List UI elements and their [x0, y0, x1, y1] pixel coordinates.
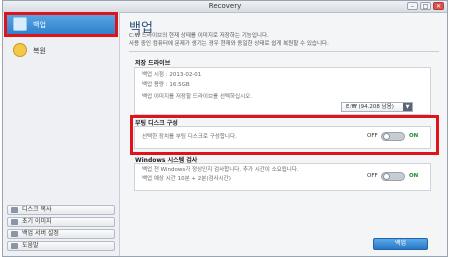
backup-server-button[interactable]: 백업 서버 설정: [7, 229, 115, 239]
toggle-track[interactable]: [381, 172, 405, 181]
toggle-on-label: ON: [409, 173, 419, 179]
main-panel: 백업 C:₩ 드라이브의 현재 상태를 이미지로 저장하는 기능입니다. 사용 …: [120, 12, 447, 256]
recovery-window: Recovery – □ ✕ 백업 복원 디스크 복사 초기 이미지 백업 서버…: [2, 0, 448, 257]
sidebar-item-label: 복원: [33, 47, 46, 55]
help-button[interactable]: 도움말: [7, 241, 115, 251]
toggle-knob[interactable]: [383, 173, 390, 180]
drive-instruction: 백업 이미지를 저장할 드라이브를 선택하십시오.: [142, 94, 252, 100]
sidebar: 백업 복원 디스크 복사 초기 이미지 백업 서버 설정 도움말: [3, 12, 120, 256]
initial-image-label: 초기 이미지: [22, 218, 52, 225]
initial-image-button[interactable]: 초기 이미지: [7, 217, 115, 227]
initial-image-icon: [11, 219, 18, 225]
toggle-off-label: OFF: [367, 173, 378, 179]
backup-size: 백업 용량 : 16.5GB: [142, 82, 190, 88]
highlight-box-boot-disk: [130, 115, 439, 155]
disk-copy-label: 디스크 복사: [22, 206, 52, 213]
close-button[interactable]: ✕: [433, 2, 444, 10]
help-label: 도움말: [22, 242, 39, 249]
backup-server-icon: [11, 231, 18, 237]
windows-check-toggle[interactable]: OFF ON: [367, 172, 427, 182]
drive-select-value: E:₩ (94.208 남음): [346, 104, 394, 110]
restore-icon: [13, 43, 27, 57]
maximize-button[interactable]: □: [420, 2, 431, 10]
help-icon: [11, 243, 18, 249]
minimize-button[interactable]: –: [407, 2, 418, 10]
chevron-down-icon: ▼: [403, 103, 412, 111]
storage-section-title: 저장 드라이브: [135, 60, 171, 67]
disk-copy-button[interactable]: 디스크 복사: [7, 205, 115, 215]
drive-select[interactable]: E:₩ (94.208 남음) ▼: [341, 102, 413, 112]
backup-date: 백업 시점 : 2013-02-01: [142, 72, 202, 78]
sidebar-item-restore[interactable]: 복원: [7, 40, 115, 61]
window-title: Recovery: [208, 2, 242, 10]
divider: [129, 51, 439, 52]
windows-check-text-2: 백업 예상 시간 10분 + 2분(검사시간): [142, 176, 231, 182]
window-controls: – □ ✕: [407, 2, 444, 10]
disk-copy-icon: [11, 207, 18, 213]
highlight-box-backup: [4, 12, 118, 37]
backup-button[interactable]: 백업: [373, 238, 428, 250]
description-line-1: C:₩ 드라이브의 현재 상태를 이미지로 저장하는 기능입니다.: [129, 33, 269, 39]
windows-check-text-1: 백업 전 Windows가 정상인지 검사합니다. 추가 시간이 소요됩니다.: [142, 167, 299, 173]
backup-server-label: 백업 서버 설정: [22, 230, 59, 237]
description-line-2: 사용 중인 컴퓨터에 문제가 생기는 경우 현재와 동일한 상태로 쉽게 복원할…: [129, 41, 329, 47]
